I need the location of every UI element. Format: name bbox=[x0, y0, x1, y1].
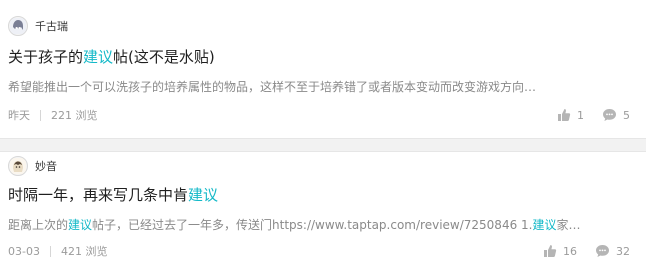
like-count: 16 bbox=[563, 244, 577, 258]
post-summary[interactable]: 希望能推出一个可以洗孩子的培养属性的物品，这样不至于培养错了或者版本变动而改变游… bbox=[8, 78, 630, 95]
post-summary[interactable]: 距离上次的建议帖子，已经过去了一年多，传送门https://www.taptap… bbox=[8, 216, 630, 233]
summary-highlight: 建议 bbox=[532, 218, 557, 232]
title-text[interactable]: 时隔一年，再来写几条中肯 bbox=[8, 186, 188, 204]
meta-separator bbox=[40, 109, 41, 121]
post-author[interactable]: 妙音 bbox=[8, 154, 57, 178]
post-title[interactable]: 关于孩子的建议帖(这不是水贴) bbox=[8, 46, 215, 67]
post-meta: 03-03 421 浏览 bbox=[8, 244, 108, 259]
title-text[interactable]: 关于孩子的 bbox=[8, 48, 83, 66]
comment-button[interactable]: 5 bbox=[602, 108, 630, 122]
title-highlight[interactable]: 建议 bbox=[83, 48, 113, 66]
like-button[interactable]: 16 bbox=[543, 244, 577, 258]
meta-separator bbox=[49, 245, 51, 257]
summary-text: 距离上次的 bbox=[8, 218, 69, 232]
post-author[interactable]: 千古瑞 bbox=[8, 14, 68, 38]
post-title[interactable]: 时隔一年，再来写几条中肯建议 bbox=[8, 184, 218, 205]
comment-count: 32 bbox=[616, 244, 630, 258]
comment-icon bbox=[603, 109, 616, 121]
view-count: 221 浏览 bbox=[51, 109, 98, 122]
view-count: 421 浏览 bbox=[60, 245, 108, 258]
post-card[interactable]: 千古瑞 关于孩子的建议帖(这不是水贴) 希望能推出一个可以洗孩子的培养属性的物品… bbox=[0, 0, 646, 138]
comment-icon bbox=[596, 245, 609, 257]
post-actions: 16 32 bbox=[543, 243, 630, 259]
review-feed: 千古瑞 关于孩子的建议帖(这不是水贴) 希望能推出一个可以洗孩子的培养属性的物品… bbox=[0, 0, 646, 258]
avatar-icon[interactable] bbox=[8, 16, 28, 36]
thumbs-up-icon bbox=[544, 245, 557, 257]
thumbs-up-icon bbox=[558, 109, 571, 121]
post-meta: 昨天 221 浏览 bbox=[8, 108, 98, 122]
post-time: 昨天 bbox=[8, 109, 30, 122]
like-button[interactable]: 1 bbox=[557, 108, 584, 122]
post-time: 03-03 bbox=[8, 244, 40, 258]
like-count: 1 bbox=[577, 108, 584, 122]
summary-highlight: 建议 bbox=[68, 218, 93, 232]
summary-text: 家… bbox=[556, 218, 581, 232]
comment-count: 5 bbox=[623, 108, 630, 122]
author-name[interactable]: 妙音 bbox=[35, 158, 57, 174]
comment-button[interactable]: 32 bbox=[595, 244, 630, 258]
title-highlight[interactable]: 建议 bbox=[188, 186, 218, 204]
post-actions: 1 5 bbox=[557, 107, 630, 123]
author-name[interactable]: 千古瑞 bbox=[35, 18, 68, 34]
avatar-icon[interactable] bbox=[8, 156, 28, 176]
summary-text: 帖子，已经过去了一年多，传送门https://www.taptap.com/re… bbox=[92, 218, 533, 232]
post-card[interactable]: 妙音 时隔一年，再来写几条中肯建议 距离上次的建议帖子，已经过去了一年多，传送门… bbox=[0, 138, 646, 258]
title-text[interactable]: 帖(这不是水贴) bbox=[113, 48, 215, 66]
